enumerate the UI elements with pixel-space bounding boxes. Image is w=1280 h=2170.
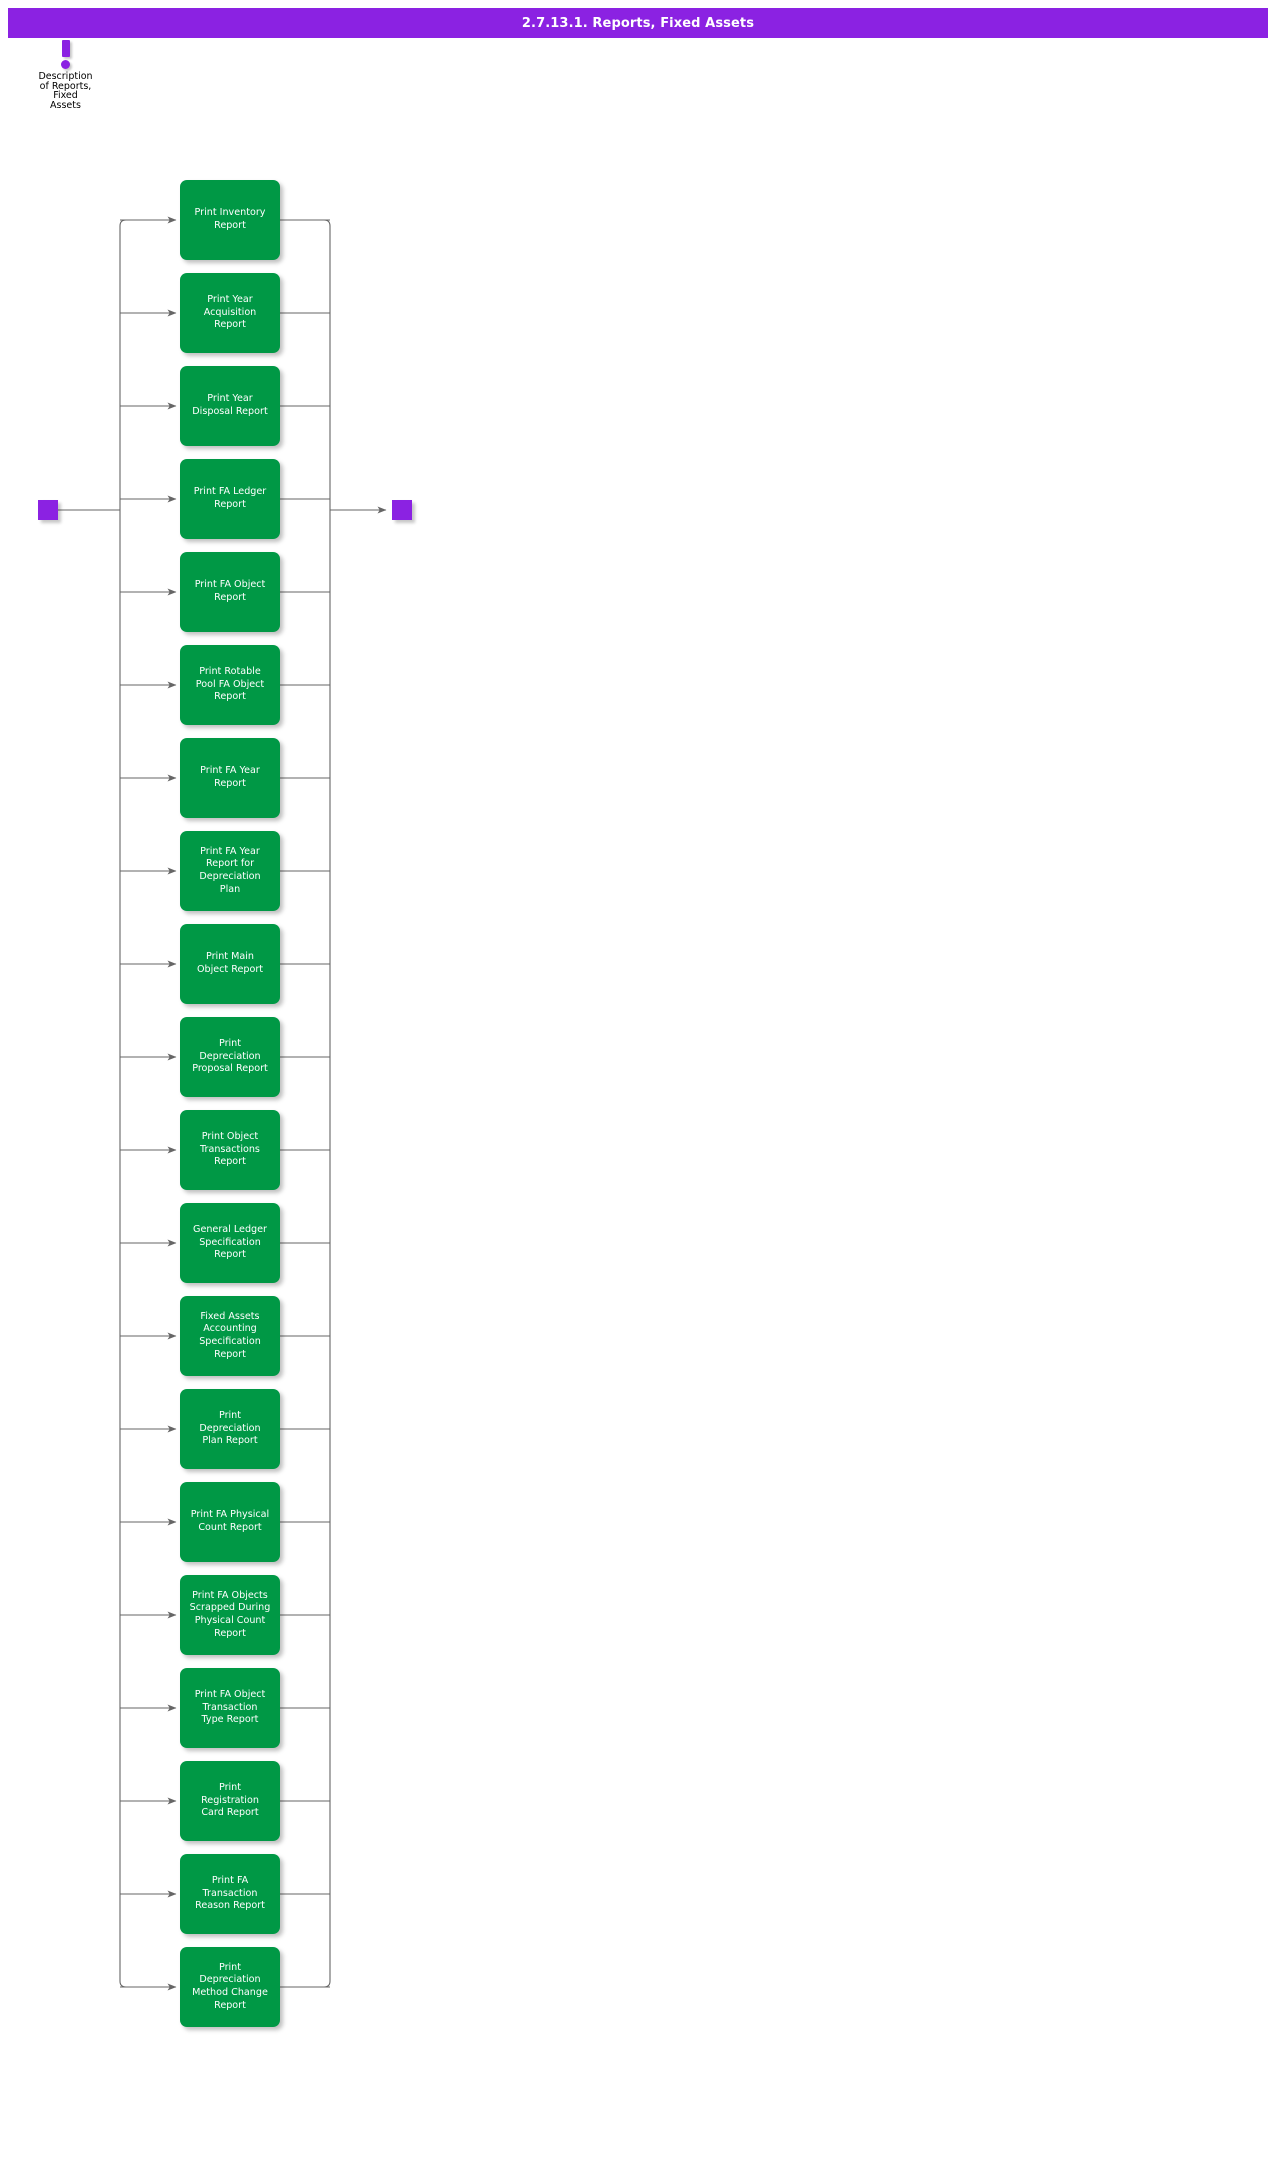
process-box[interactable]: Print Year Disposal Report xyxy=(180,366,280,446)
process-box-label: Print FA Object Transaction Type Report xyxy=(194,1689,266,1726)
process-box-label: Print FA Year Report for Depreciation Pl… xyxy=(199,845,261,895)
process-box-label: Print Object Transactions Report xyxy=(200,1131,260,1168)
end-node[interactable] xyxy=(392,500,412,520)
process-box-label: Print FA Objects Scrapped During Physica… xyxy=(189,1589,271,1639)
connector-line xyxy=(119,219,127,1988)
connector-line xyxy=(323,219,331,1988)
process-box-label: Print Depreciation Plan Report xyxy=(199,1410,261,1447)
process-box-label: Print Main Object Report xyxy=(196,951,264,975)
process-box[interactable]: Print Depreciation Proposal Report xyxy=(180,1017,280,1097)
process-box-label: Print FA Year Report xyxy=(200,765,260,789)
exclamation-dot xyxy=(60,60,70,69)
exclamation-bar xyxy=(61,40,70,57)
process-box[interactable]: Print Inventory Report xyxy=(180,180,280,260)
process-box[interactable]: Print FA Ledger Report xyxy=(180,459,280,539)
description-note-label: Description of Reports, Fixed Assets xyxy=(38,71,93,111)
process-box-label: Print FA Ledger Report xyxy=(193,486,267,510)
start-node[interactable] xyxy=(38,500,58,520)
process-box[interactable]: Print Year Acquisition Report xyxy=(180,273,280,353)
process-box-label: Print FA Transaction Reason Report xyxy=(195,1875,265,1912)
process-box-label: Print Inventory Report xyxy=(194,207,266,231)
process-box[interactable]: Print FA Physical Count Report xyxy=(180,1482,280,1562)
process-box[interactable]: Print Depreciation Plan Report xyxy=(180,1389,280,1469)
process-box[interactable]: Print Registration Card Report xyxy=(180,1761,280,1841)
process-box-label: Print Registration Card Report xyxy=(201,1782,259,1819)
process-box-label: General Ledger Specification Report xyxy=(193,1224,267,1261)
process-box[interactable]: Print FA Year Report for Depreciation Pl… xyxy=(180,831,280,911)
process-box[interactable]: General Ledger Specification Report xyxy=(180,1203,280,1283)
description-note[interactable]: Description of Reports, Fixed Assets xyxy=(23,40,108,110)
title-bar: 2.7.13.1. Reports, Fixed Assets xyxy=(8,8,1268,38)
process-box-label: Print Year Disposal Report xyxy=(192,393,268,417)
exclamation-icon xyxy=(46,40,86,70)
process-box-label: Print FA Physical Count Report xyxy=(190,1509,270,1533)
process-box[interactable]: Print Object Transactions Report xyxy=(180,1110,280,1190)
process-box[interactable]: Print FA Transaction Reason Report xyxy=(180,1854,280,1934)
process-box-label: Fixed Assets Accounting Specification Re… xyxy=(199,1310,261,1360)
process-box[interactable]: Print FA Year Report xyxy=(180,738,280,818)
process-box[interactable]: Fixed Assets Accounting Specification Re… xyxy=(180,1296,280,1376)
process-box[interactable]: Print Main Object Report xyxy=(180,924,280,1004)
process-box[interactable]: Print Rotable Pool FA Object Report xyxy=(180,645,280,725)
process-box[interactable]: Print FA Object Transaction Type Report xyxy=(180,1668,280,1748)
page-title: 2.7.13.1. Reports, Fixed Assets xyxy=(521,15,755,31)
process-box-label: Print Rotable Pool FA Object Report xyxy=(195,666,265,703)
process-box-label: Print Depreciation Method Change Report xyxy=(192,1961,268,2011)
process-box[interactable]: Print FA Object Report xyxy=(180,552,280,632)
process-box[interactable]: Print Depreciation Method Change Report xyxy=(180,1947,280,2027)
process-box-label: Print FA Object Report xyxy=(194,579,266,603)
process-box-label: Print Year Acquisition Report xyxy=(203,294,257,331)
process-box-label: Print Depreciation Proposal Report xyxy=(192,1038,268,1075)
process-box[interactable]: Print FA Objects Scrapped During Physica… xyxy=(180,1575,280,1655)
